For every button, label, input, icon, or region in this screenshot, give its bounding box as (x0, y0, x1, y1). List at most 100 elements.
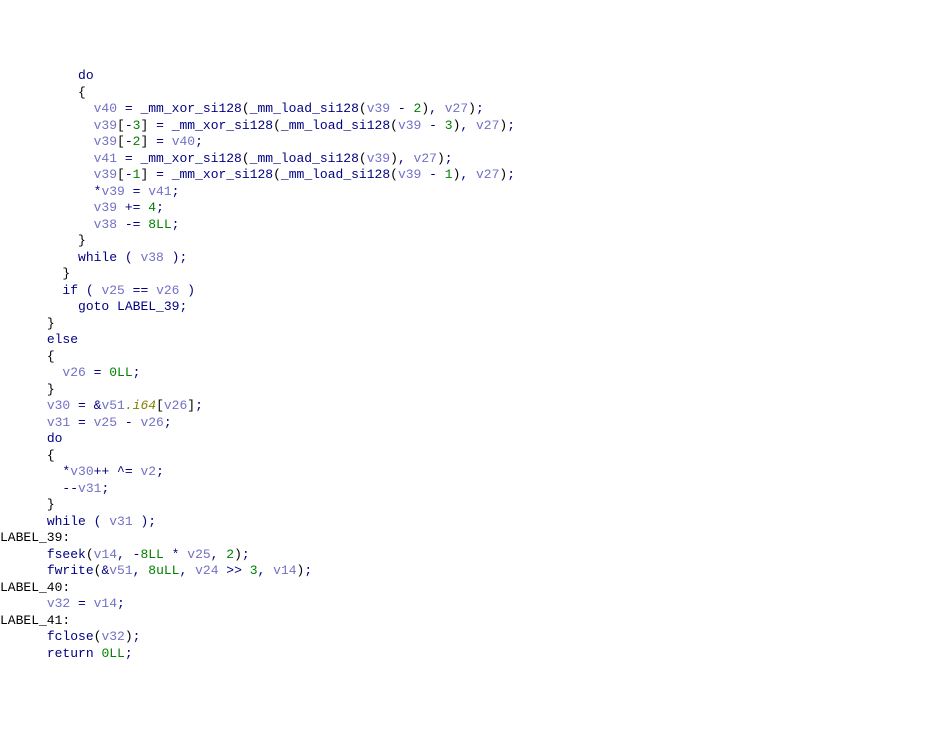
code-line: v39[-1] = _mm_xor_si128(_mm_load_si128(v… (0, 167, 950, 184)
variable: v25 (94, 415, 117, 430)
function-call: _mm_xor_si128 (140, 151, 241, 166)
punct: ( (273, 118, 281, 133)
punct: ; (179, 299, 187, 314)
function-call: _mm_load_si128 (250, 151, 359, 166)
punct: ( (359, 151, 367, 166)
variable: v40 (172, 134, 195, 149)
variable: v40 (94, 101, 117, 116)
punct (109, 299, 117, 314)
variable: v2 (140, 464, 156, 479)
punct: ] (187, 398, 195, 413)
punct: ( (242, 151, 250, 166)
code-line: } (0, 497, 950, 514)
variable: v25 (187, 547, 210, 562)
variable: v39 (367, 151, 390, 166)
punct: * (164, 547, 187, 562)
punct: [ (117, 134, 125, 149)
variable: v38 (94, 217, 117, 232)
punct: ( (117, 250, 140, 265)
punct: , (398, 151, 414, 166)
code-line: v26 = 0LL; (0, 365, 950, 382)
number-literal: 3 (250, 563, 258, 578)
variable: v24 (195, 563, 218, 578)
function-call: _mm_xor_si128 (172, 118, 273, 133)
code-line: *v39 = v41; (0, 184, 950, 201)
punct: ) (234, 547, 242, 562)
punct: [ (156, 398, 164, 413)
code-line: do (0, 431, 950, 448)
punct: = (117, 151, 140, 166)
variable: v39 (94, 118, 117, 133)
code-line: if ( v25 == v26 ) (0, 283, 950, 300)
punct: ; (195, 398, 203, 413)
punct: , (258, 563, 274, 578)
number-literal: 0LL (109, 365, 132, 380)
punct: ; (507, 118, 515, 133)
code-line: LABEL_40: (0, 580, 950, 597)
function-call: fclose (47, 629, 94, 644)
punct: ( (242, 101, 250, 116)
variable: v39 (94, 167, 117, 182)
number-literal: 3 (445, 118, 453, 133)
variable: v14 (273, 563, 296, 578)
number-literal: 1 (445, 167, 453, 182)
punct: { (47, 448, 55, 463)
variable: v31 (47, 415, 70, 430)
punct: [ (117, 118, 125, 133)
punct: = (70, 596, 93, 611)
code-line: } (0, 316, 950, 333)
code-line: { (0, 448, 950, 465)
punct: - (421, 167, 444, 182)
keyword: if (62, 283, 78, 298)
punct: ; (133, 629, 141, 644)
punct: - (421, 118, 444, 133)
code-line: fwrite(&v51, 8uLL, v24 >> 3, v14); (0, 563, 950, 580)
punct: , (133, 563, 149, 578)
punct: ) (421, 101, 429, 116)
punct: ); (133, 514, 156, 529)
punct: ++ ^= (94, 464, 141, 479)
keyword: do (78, 68, 94, 83)
punct: ; (172, 184, 180, 199)
code-line: v32 = v14; (0, 596, 950, 613)
punct: , (460, 167, 476, 182)
punct: -= (117, 217, 148, 232)
variable: v26 (140, 415, 163, 430)
punct: ; (117, 596, 125, 611)
keyword: return (47, 646, 94, 661)
number-literal: 0LL (101, 646, 124, 661)
punct: ; (156, 200, 164, 215)
code-line: do (0, 68, 950, 85)
code-line: v39[-3] = _mm_xor_si128(_mm_load_si128(v… (0, 118, 950, 135)
punct: ; (172, 217, 180, 232)
punct: -- (62, 481, 78, 496)
code-line: } (0, 266, 950, 283)
punct: - (125, 167, 133, 182)
variable: v41 (94, 151, 117, 166)
variable: v30 (70, 464, 93, 479)
punct: ; (133, 365, 141, 380)
number-literal: 4 (148, 200, 156, 215)
punct: ) (125, 629, 133, 644)
punct: , (211, 547, 227, 562)
punct: = (117, 101, 140, 116)
code-line: --v31; (0, 481, 950, 498)
code-line: *v30++ ^= v2; (0, 464, 950, 481)
variable: v26 (164, 398, 187, 413)
punct: ( (390, 118, 398, 133)
punct: } (47, 316, 55, 331)
code-line: v31 = v25 - v26; (0, 415, 950, 432)
function-call: _mm_load_si128 (281, 167, 390, 182)
variable: v38 (140, 250, 163, 265)
code-line: else (0, 332, 950, 349)
variable: v39 (398, 167, 421, 182)
variable: v39 (367, 101, 390, 116)
function-call: _mm_xor_si128 (140, 101, 241, 116)
punct: ( (94, 629, 102, 644)
label: LABEL_41: (0, 613, 70, 628)
code-line: v39[-2] = v40; (0, 134, 950, 151)
code-line: return 0LL; (0, 646, 950, 663)
variable: v27 (445, 101, 468, 116)
variable: v25 (101, 283, 124, 298)
number-literal: 8uLL (148, 563, 179, 578)
